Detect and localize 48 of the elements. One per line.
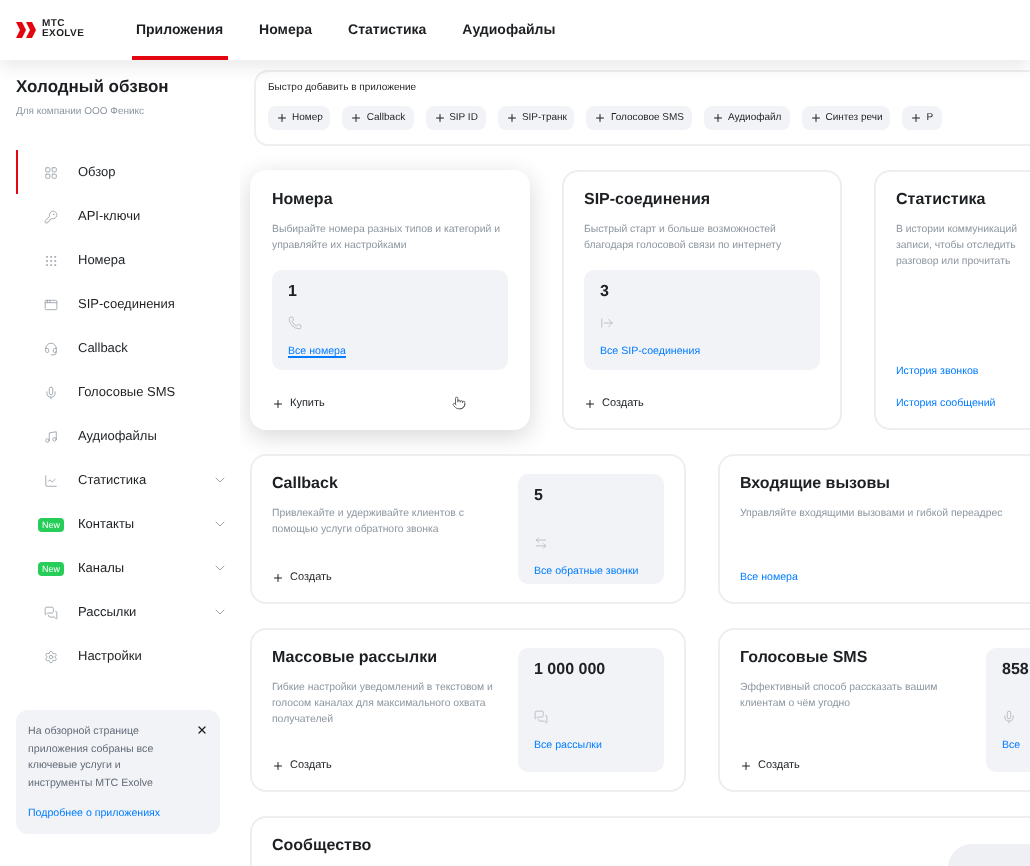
card-title: Сообщество <box>272 836 372 858</box>
plus-icon <box>272 398 284 410</box>
chat-bubbles-icon <box>534 710 548 724</box>
card-title: SIP-соединения <box>584 190 713 208</box>
close-icon[interactable] <box>196 724 208 736</box>
chevron-down-icon <box>212 472 228 488</box>
plus-icon <box>740 760 752 772</box>
chevron-down-icon <box>212 604 228 620</box>
grid-icon <box>44 165 58 179</box>
chevron-down-icon <box>212 516 228 532</box>
settings-icon <box>44 649 58 663</box>
microphone-icon <box>1002 710 1016 724</box>
plus-icon <box>594 112 607 124</box>
microphone-icon <box>44 385 58 399</box>
plus-icon <box>505 112 518 124</box>
card-title: Номера <box>272 190 335 208</box>
plus-icon <box>272 572 284 584</box>
count-text: 5 <box>534 486 545 504</box>
plus-icon <box>272 760 284 772</box>
card-title: Входящие вызовы <box>740 474 892 492</box>
phone-icon <box>288 316 302 330</box>
card-title: Голосовые SMS <box>740 648 870 666</box>
hand-cursor-icon <box>452 396 466 410</box>
key-icon <box>44 209 58 223</box>
chat-bubbles-icon <box>44 605 58 619</box>
plus-icon <box>350 112 363 124</box>
plus-icon <box>584 398 596 410</box>
card-title: Массовые рассылки <box>272 648 439 666</box>
chevron-down-icon <box>212 560 228 576</box>
card-title: Статистика <box>896 190 988 208</box>
plus-icon <box>809 112 822 124</box>
swap-arrows-icon <box>534 536 548 550</box>
project-title: Холодный обзвон <box>16 76 171 96</box>
plus-icon <box>433 112 446 124</box>
window-icon <box>44 297 58 311</box>
headset-icon <box>44 341 58 355</box>
arrow-icon <box>600 316 614 330</box>
plus-icon <box>276 112 288 124</box>
card-title: Callback <box>272 474 340 492</box>
count-text: 1 <box>288 282 299 300</box>
music-note-icon <box>44 429 58 443</box>
count-text: 1 000 000 <box>534 660 608 678</box>
logo-icon <box>16 22 36 38</box>
plus-icon <box>712 112 724 124</box>
count-text: 3 <box>600 282 611 300</box>
count-text: 858 <box>1002 660 1030 678</box>
plus-icon <box>910 112 923 124</box>
chart-icon <box>44 473 58 487</box>
